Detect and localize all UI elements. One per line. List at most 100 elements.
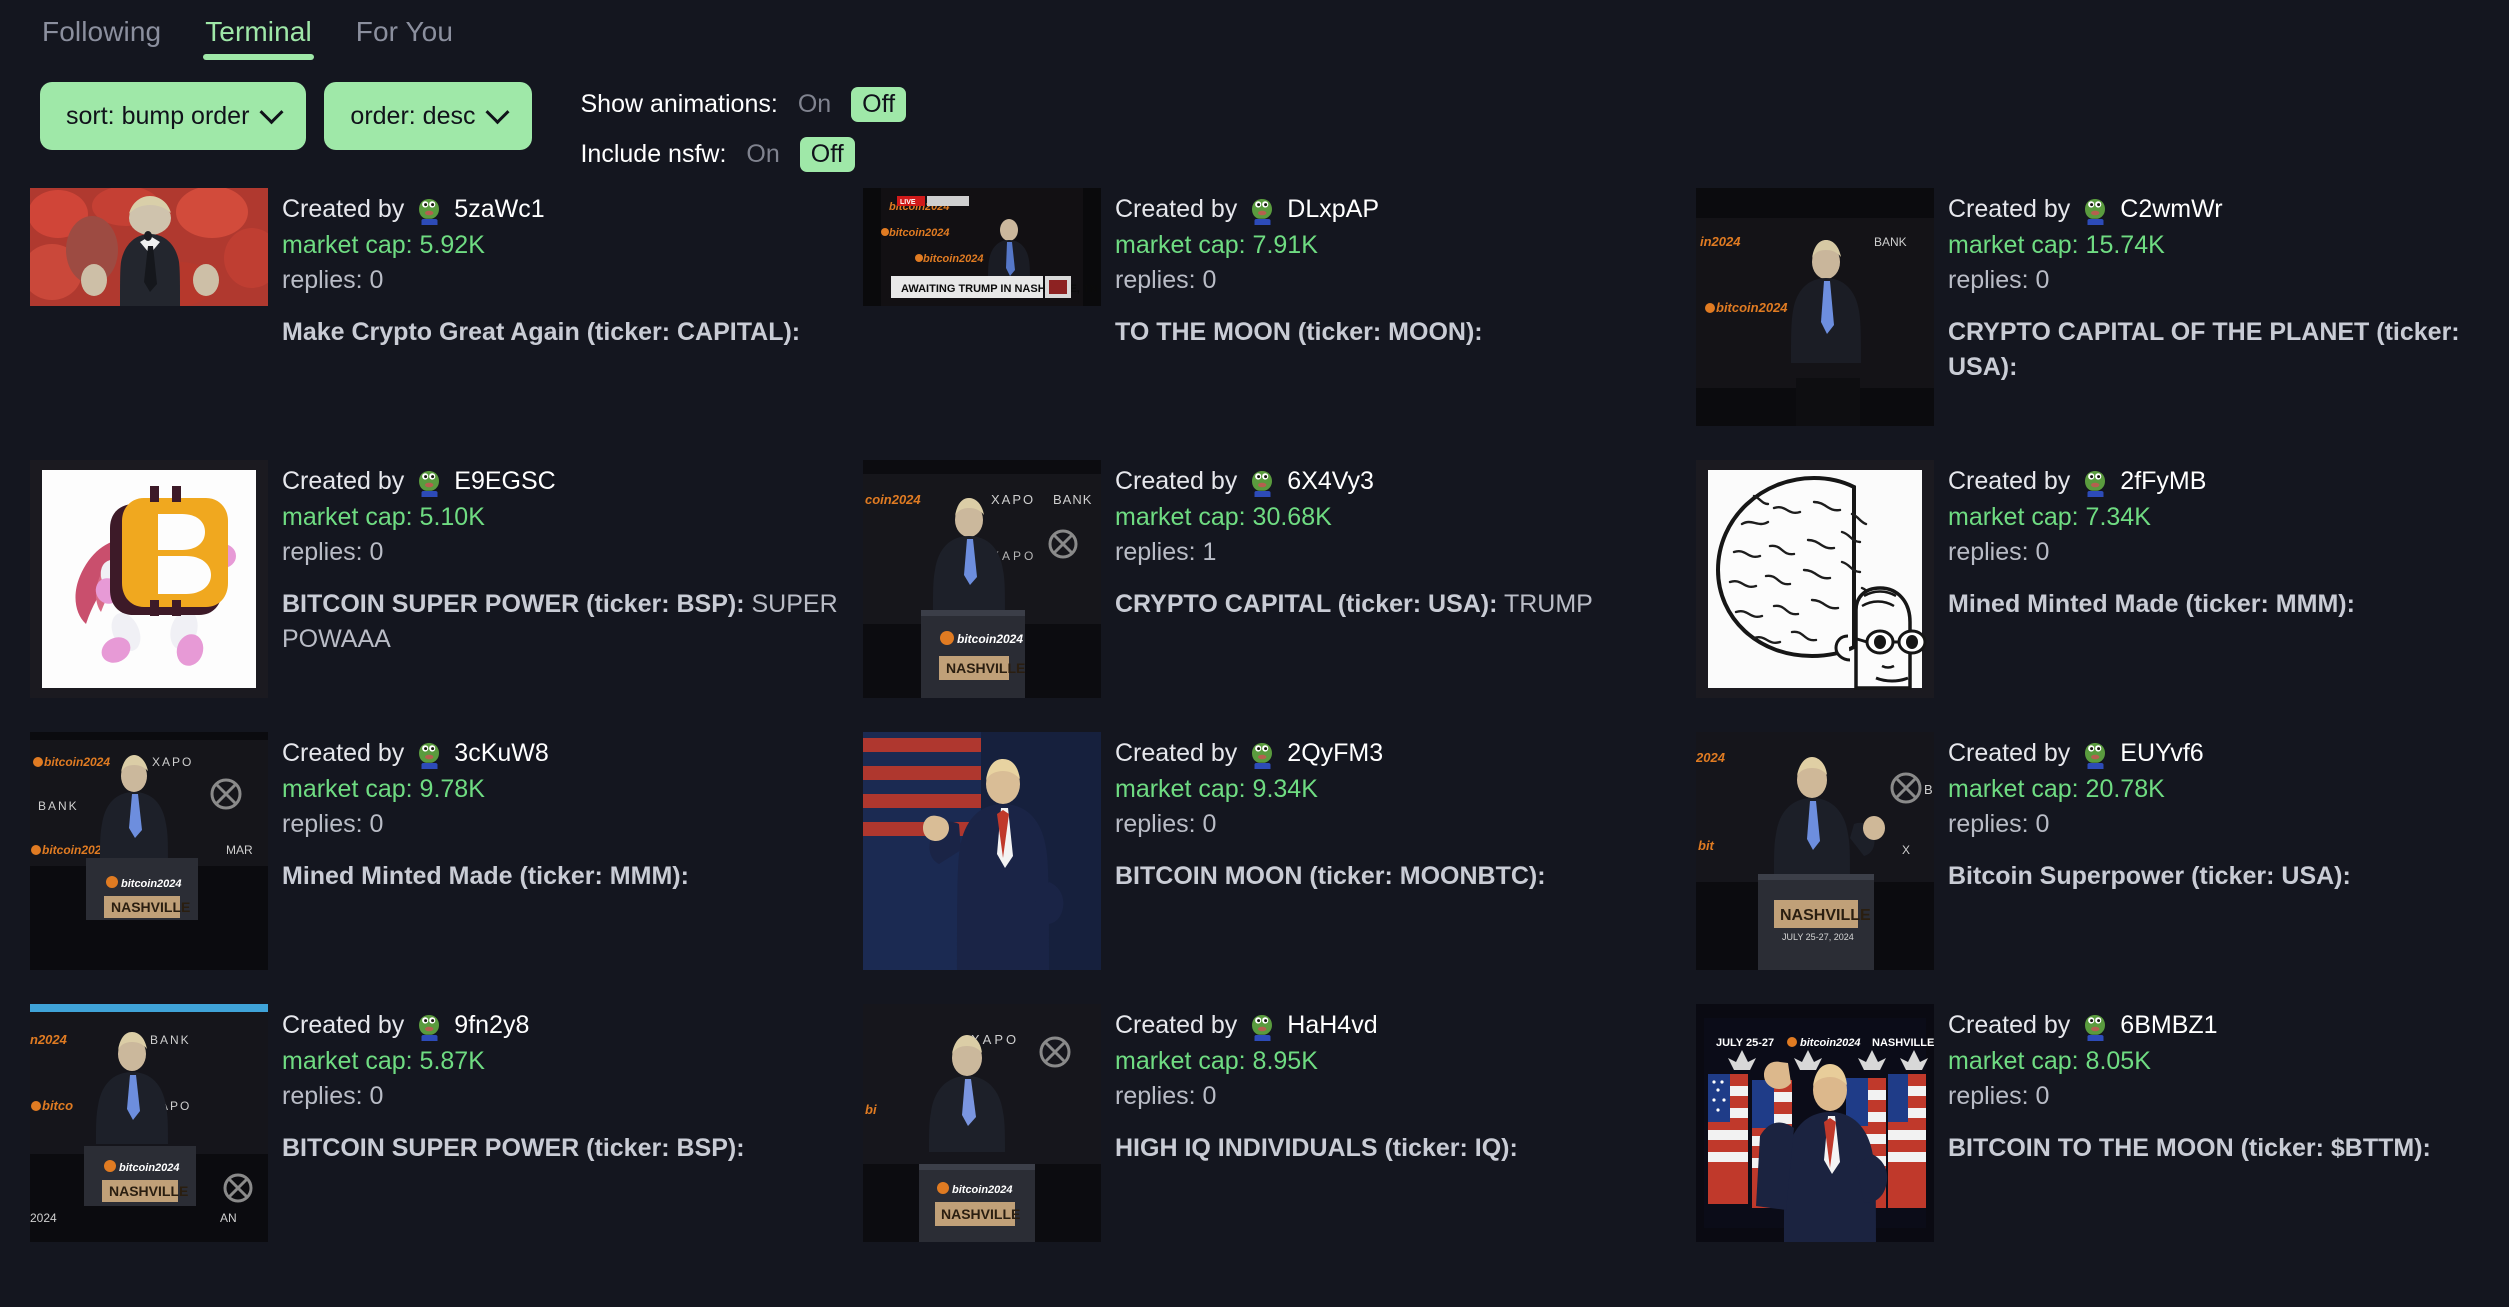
coin-title: HIGH IQ INDIVIDUALS (ticker: IQ): <box>1115 1131 1673 1167</box>
coin-replies: replies: 0 <box>1948 1082 2050 1110</box>
svg-text:bitcoin2024: bitcoin2024 <box>42 843 108 857</box>
coin-thumbnail[interactable]: JULY 25-27 bitcoin2024 NASHVILLE <box>1696 1004 1934 1242</box>
svg-text:2024: 2024 <box>30 1211 57 1225</box>
coin-card[interactable]: coin2024 XAPO BANK XAPO bitcoin2024 NASH… <box>863 450 1673 722</box>
coin-creator-handle[interactable]: E9EGSC <box>454 464 555 500</box>
svg-text:bitcoin2024: bitcoin2024 <box>44 755 110 769</box>
include-nsfw-on[interactable]: On <box>740 138 785 171</box>
svg-text:NASHVILLE: NASHVILLE <box>109 1183 188 1199</box>
coin-creator-handle[interactable]: 2QyFM3 <box>1287 736 1383 772</box>
tab-following[interactable]: Following <box>40 10 163 62</box>
coin-creator-handle[interactable]: DLxpAP <box>1287 192 1379 228</box>
coin-replies: replies: 0 <box>1948 538 2050 566</box>
coin-card[interactable]: bitcoin2024 bitcoin2024 XAPO BANK MAR bi… <box>30 722 840 994</box>
svg-text:bit: bit <box>1698 838 1715 853</box>
sort-dropdown[interactable]: sort: bump order <box>40 82 307 150</box>
coin-card[interactable]: Created by E9EGSC market cap: 5.10K replies… <box>30 450 840 722</box>
coin-title: Make Crypto Great Again (ticker: CAPITAL… <box>282 315 840 351</box>
svg-text:bitcoin2024: bitcoin2024 <box>119 1162 180 1174</box>
coin-creator-handle[interactable]: C2wmWr <box>2120 192 2222 228</box>
coin-title: Bitcoin Superpower (ticker: USA): <box>1948 859 2506 895</box>
coin-thumbnail[interactable]: coin2024 XAPO BANK XAPO bitcoin2024 NASH… <box>863 460 1101 698</box>
svg-text:B: B <box>1924 782 1933 797</box>
coin-creator-handle[interactable]: 6X4Vy3 <box>1287 464 1374 500</box>
svg-text:coin2024: coin2024 <box>865 492 921 507</box>
coin-meta: Created by HaH4vd market cap: 8.95K replies… <box>1115 1004 1673 1266</box>
coin-thumbnail[interactable] <box>863 732 1101 970</box>
svg-text:bitcoin2024: bitcoin2024 <box>121 878 182 890</box>
tab-terminal[interactable]: Terminal <box>203 10 314 62</box>
coin-creator-handle[interactable]: 2fFyMB <box>2120 464 2206 500</box>
tab-terminal-label: Terminal <box>205 16 312 47</box>
coin-meta: Created by 6X4Vy3 market cap: 30.68K replie… <box>1115 460 1673 722</box>
coin-card[interactable]: bitcoin2024 bitcoin2024 bitcoin2024 LIVE… <box>863 178 1673 450</box>
coin-card[interactable]: in2024 bitcoin2024 BANK Created by C2wmWr… <box>1696 178 2506 450</box>
coin-title-text: BITCOIN MOON (ticker: MOONBTC): <box>1115 861 1546 890</box>
coin-title: BITCOIN TO THE MOON (ticker: $BTTM): <box>1948 1131 2506 1167</box>
svg-text:bitcoin2024: bitcoin2024 <box>889 227 950 239</box>
coin-thumbnail[interactable]: bitcoin2024 bitcoin2024 XAPO BANK MAR bi… <box>30 732 268 970</box>
coin-creator-handle[interactable]: HaH4vd <box>1287 1008 1377 1044</box>
coin-market-cap: market cap: 5.92K <box>282 230 485 259</box>
tab-for-you[interactable]: For You <box>354 10 455 62</box>
coin-meta: Created by 2fFyMB market cap: 7.34K replies… <box>1948 460 2506 722</box>
coin-meta: Created by DLxpAP market cap: 7.91K replies… <box>1115 188 1673 450</box>
coin-title-text: Mined Minted Made (ticker: MMM): <box>1948 589 2355 618</box>
coin-thumbnail[interactable] <box>30 188 268 306</box>
coin-grid: Created by 5zaWc1 market cap: 5.92K replies… <box>0 178 2509 1266</box>
created-by-label: Created by <box>1948 195 2071 223</box>
coin-card[interactable]: Created by 2fFyMB market cap: 7.34K replies… <box>1696 450 2506 722</box>
coin-creator-handle[interactable]: 6BMBZ1 <box>2120 1008 2217 1044</box>
coin-title-text: BITCOIN SUPER POWER (ticker: BSP): <box>282 1133 745 1162</box>
show-animations-on[interactable]: On <box>792 88 837 121</box>
coin-title: Mined Minted Made (ticker: MMM): <box>1948 587 2506 623</box>
coin-thumbnail[interactable]: n2024 bitco BANK XAPO 2024 AN bitcoin202… <box>30 1004 268 1242</box>
coin-meta: Created by C2wmWr market cap: 15.74K replie… <box>1948 188 2506 450</box>
svg-text:BANK: BANK <box>150 1033 191 1047</box>
svg-text:bitco: bitco <box>42 1098 73 1113</box>
include-nsfw-label: Include nsfw: <box>580 139 727 168</box>
include-nsfw-off[interactable]: Off <box>799 136 855 172</box>
coin-replies: replies: 0 <box>1115 810 1217 838</box>
coin-creator-handle[interactable]: 5zaWc1 <box>454 192 544 228</box>
svg-text:2024: 2024 <box>1696 750 1726 765</box>
coin-creator-row: Created by 2QyFM3 <box>1115 736 1673 772</box>
svg-text:in2024: in2024 <box>1700 234 1741 249</box>
avatar-pepe-icon <box>414 194 445 225</box>
coin-creator-row: Created by 5zaWc1 <box>282 192 840 228</box>
coin-card[interactable]: n2024 bitco BANK XAPO 2024 AN bitcoin202… <box>30 994 840 1266</box>
coin-market-cap: market cap: 7.34K <box>1948 502 2151 531</box>
coin-title-text: CRYPTO CAPITAL (ticker: USA): <box>1115 589 1498 618</box>
coin-card[interactable]: 2024 bit B X NASHVILLE JULY 25-27, 2024 … <box>1696 722 2506 994</box>
show-animations-off[interactable]: Off <box>851 86 907 122</box>
coin-creator-handle[interactable]: EUYvf6 <box>2120 736 2203 772</box>
coin-thumbnail[interactable] <box>1696 460 1934 698</box>
coin-thumbnail[interactable]: in2024 bitcoin2024 BANK <box>1696 188 1934 426</box>
coin-creator-handle[interactable]: 9fn2y8 <box>454 1008 529 1044</box>
coin-creator-handle[interactable]: 3cKuW8 <box>454 736 548 772</box>
created-by-label: Created by <box>1115 1011 1238 1039</box>
chevron-down-icon <box>259 99 284 124</box>
sort-dropdown-label: sort: bump order <box>66 101 250 130</box>
coin-card[interactable]: XAPO bi bitcoin2024 NASHVILLE Created by… <box>863 994 1673 1266</box>
coin-market-cap: market cap: 30.68K <box>1115 502 1332 531</box>
coin-title: BITCOIN SUPER POWER (ticker: BSP): <box>282 1131 840 1167</box>
coin-market-cap: market cap: 5.10K <box>282 502 485 531</box>
coin-card[interactable]: JULY 25-27 bitcoin2024 NASHVILLE Created… <box>1696 994 2506 1266</box>
coin-thumbnail[interactable]: bitcoin2024 bitcoin2024 bitcoin2024 LIVE… <box>863 188 1101 306</box>
feed-tabs: Following Terminal For You <box>0 0 2509 68</box>
coin-title-text: TO THE MOON (ticker: MOON): <box>1115 317 1483 346</box>
coin-card[interactable]: Created by 2QyFM3 market cap: 9.34K replies… <box>863 722 1673 994</box>
coin-replies: replies: 0 <box>1948 810 2050 838</box>
tab-following-label: Following <box>42 16 162 47</box>
svg-text:bitcoin2024: bitcoin2024 <box>923 253 984 265</box>
avatar-pepe-icon <box>1247 1010 1278 1041</box>
order-dropdown[interactable]: order: desc <box>324 82 533 150</box>
coin-thumbnail[interactable] <box>30 460 268 698</box>
coin-card[interactable]: Created by 5zaWc1 market cap: 5.92K replies… <box>30 178 840 450</box>
svg-text:BANK: BANK <box>1874 235 1907 249</box>
coin-thumbnail[interactable]: 2024 bit B X NASHVILLE JULY 25-27, 2024 <box>1696 732 1934 970</box>
created-by-label: Created by <box>1115 195 1238 223</box>
coin-thumbnail[interactable]: XAPO bi bitcoin2024 NASHVILLE <box>863 1004 1101 1242</box>
svg-text:LIVE: LIVE <box>900 199 916 206</box>
